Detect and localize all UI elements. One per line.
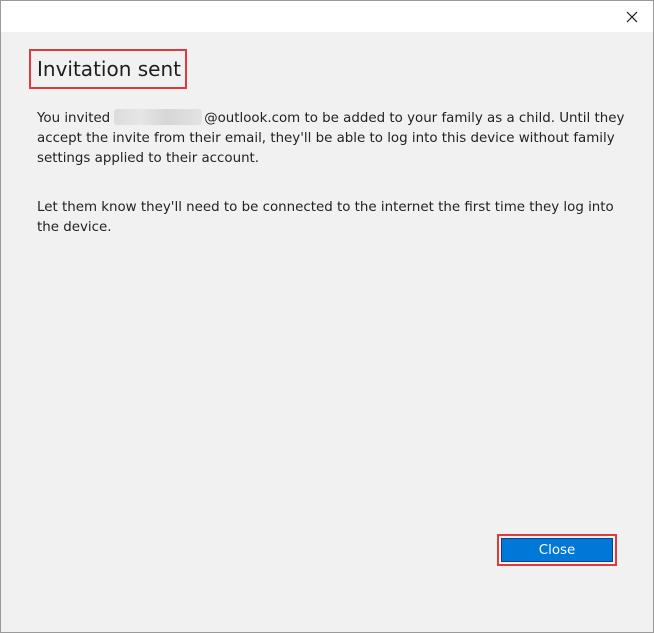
close-icon[interactable] xyxy=(621,6,643,28)
close-button[interactable]: Close xyxy=(501,538,613,562)
heading-highlight: Invitation sent xyxy=(29,49,187,89)
close-button-highlight: Close xyxy=(497,534,617,566)
invite-message-prefix: You invited xyxy=(37,111,111,126)
redacted-email xyxy=(114,109,203,125)
title-bar xyxy=(1,1,653,32)
connection-note: Let them know they'll need to be connect… xyxy=(37,200,614,235)
invite-message: You invited @outlook.com to be added to y… xyxy=(37,109,627,169)
page-title: Invitation sent xyxy=(37,57,181,81)
